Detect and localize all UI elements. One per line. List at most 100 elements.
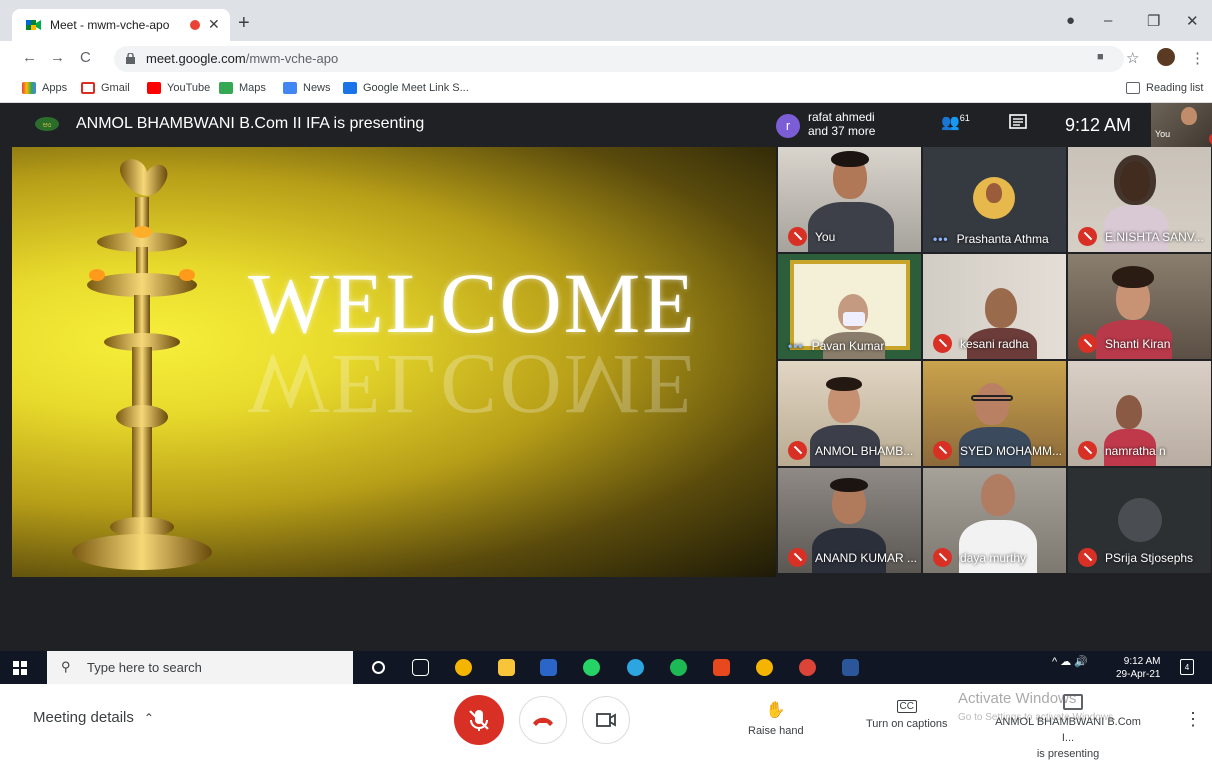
taskbar-search-input[interactable]: ⚲ Type here to search	[47, 651, 353, 684]
file-explorer-icon[interactable]	[498, 659, 515, 676]
task-view-icon[interactable]	[412, 659, 429, 676]
address-bar[interactable]: meet.google.com/mwm-vche-apo	[114, 46, 1124, 72]
mail-icon[interactable]	[540, 659, 557, 676]
camera-toggle-button[interactable]	[582, 696, 630, 744]
minimize-button[interactable]: –	[1104, 12, 1112, 29]
participant-tile[interactable]: ••• Pavan Kumar	[778, 254, 921, 359]
presenting-banner: ANMOL BHAMBWANI B.Com II IFA is presenti…	[76, 115, 425, 132]
participant-tile[interactable]: ANMOL BHAMB...	[778, 361, 921, 466]
participant-tile[interactable]: Shanti Kiran	[1068, 254, 1211, 359]
more-options-icon[interactable]: ⋮	[1184, 709, 1202, 730]
tab-close-icon[interactable]: ✕	[208, 16, 220, 33]
taskbar-clock[interactable]: 9:12 AM 29-Apr-21	[1116, 655, 1160, 681]
participant-tile[interactable]: namratha n	[1068, 361, 1211, 466]
tab-title: Meet - mwm-vche-apo	[50, 18, 170, 32]
meeting-details-button[interactable]: Meeting details ⌃	[33, 709, 154, 726]
browser-tab-bar: Meet - mwm-vche-apo ✕ + ● – ❐ ✕	[0, 0, 1212, 41]
bookmark-star-icon[interactable]: ☆	[1126, 49, 1139, 67]
meet-control-bar: Meeting details ⌃ ✋ Raise hand CC Turn on c…	[0, 680, 1212, 760]
mic-off-icon	[933, 441, 952, 460]
whatsapp-icon[interactable]	[583, 659, 600, 676]
mic-off-icon	[788, 548, 807, 567]
chrome-profile-icon[interactable]	[756, 659, 773, 676]
participant-tile[interactable]: ANAND KUMAR ...	[778, 468, 921, 573]
participant-tile[interactable]: You	[778, 147, 921, 252]
bookmark-gmail[interactable]: Gmail	[81, 82, 130, 94]
lock-icon	[126, 52, 135, 64]
new-tab-button[interactable]: +	[238, 12, 250, 35]
chrome-active-icon[interactable]	[799, 659, 816, 676]
participant-name: ••• Pavan Kumar	[788, 339, 885, 353]
navigation-bar: ← → C meet.google.com/mwm-vche-apo ■ ☆ ⋮	[0, 41, 1212, 76]
mic-off-icon	[933, 548, 952, 567]
windows-taskbar: ⚲ Type here to search ^ ☁ 🔊 9:12 AM 29-Ap…	[0, 651, 1212, 684]
office-icon[interactable]	[713, 659, 730, 676]
participant-name: kesani radha	[933, 334, 1029, 353]
participant-name: E.NISHTA SANV...	[1078, 227, 1204, 246]
participant-name: PSrija Stjosephs	[1078, 548, 1193, 567]
leave-call-button[interactable]	[519, 696, 567, 744]
recording-indicator-icon	[190, 20, 200, 30]
participant-tile[interactable]: SYED MOHAMM...	[923, 361, 1066, 466]
self-view-thumbnail[interactable]: You	[1151, 103, 1212, 147]
self-label: You	[1155, 129, 1171, 139]
browser-tab[interactable]: Meet - mwm-vche-apo ✕	[12, 9, 230, 41]
bookmark-news[interactable]: News	[283, 82, 331, 94]
telegram-icon[interactable]	[627, 659, 644, 676]
bookmark-maps[interactable]: Maps	[219, 82, 266, 94]
mic-off-icon	[788, 441, 807, 460]
participant-tile[interactable]: E.NISHTA SANV...	[1068, 147, 1211, 252]
present-screen-icon[interactable]	[1063, 694, 1083, 710]
reload-icon[interactable]: C	[80, 49, 91, 66]
slide-title-reflection: WELCOME	[248, 337, 697, 433]
profile-menu-icon[interactable]: ●	[1066, 12, 1075, 29]
reading-list-button[interactable]: Reading list	[1126, 82, 1203, 94]
forward-arrow-icon[interactable]: →	[50, 49, 65, 66]
mic-off-icon	[933, 334, 952, 353]
participant-name: ANMOL BHAMB...	[788, 441, 913, 460]
participant-tile[interactable]: kesani radha	[923, 254, 1066, 359]
system-tray[interactable]: ^ ☁ 🔊	[1052, 655, 1088, 668]
presenting-status[interactable]: ANMOL BHAMBWANI B.Com I... is presenting	[988, 714, 1148, 762]
chrome-menu-icon[interactable]: ⋮	[1190, 49, 1205, 67]
reading-list-icon	[1126, 82, 1140, 94]
participants-button[interactable]: 👥61	[941, 113, 970, 131]
chrome-icon[interactable]	[455, 659, 472, 676]
participant-name: You	[788, 227, 835, 246]
gmail-icon	[81, 82, 95, 94]
windows-start-icon[interactable]	[13, 661, 27, 675]
participant-name: ••• Prashanta Athma	[933, 232, 1049, 246]
mic-off-icon	[1078, 227, 1097, 246]
spotify-icon[interactable]	[670, 659, 687, 676]
youtube-icon	[147, 82, 161, 94]
presentation-slide: WELCOME WELCOME	[12, 147, 776, 577]
captions-button[interactable]: CC Turn on captions	[866, 700, 948, 730]
brass-lamp-image	[72, 159, 212, 570]
camera-in-use-icon[interactable]: ■	[1097, 51, 1104, 63]
profile-avatar[interactable]	[1157, 48, 1175, 66]
bookmark-apps[interactable]: Apps	[22, 82, 67, 94]
hand-icon: ✋	[765, 702, 786, 719]
participant-tile[interactable]: daya murthy	[923, 468, 1066, 573]
bookmarks-bar: Apps Gmail YouTube Maps News Google Meet…	[0, 76, 1212, 103]
participant-name: daya murthy	[933, 548, 1026, 567]
restore-button[interactable]: ❐	[1147, 12, 1160, 30]
closed-captions-icon: CC	[896, 700, 917, 713]
bookmark-youtube[interactable]: YouTube	[147, 82, 210, 94]
document-icon	[343, 82, 357, 94]
news-icon	[283, 82, 297, 94]
mic-off-icon	[1078, 334, 1097, 353]
activate-windows-watermark: Activate Windows	[958, 690, 1077, 707]
participant-tile[interactable]: PSrija Stjosephs	[1068, 468, 1211, 573]
microphone-toggle-button[interactable]	[454, 695, 504, 745]
raise-hand-button[interactable]: ✋ Raise hand	[748, 700, 804, 737]
back-arrow-icon[interactable]: ←	[22, 49, 37, 66]
app-icon[interactable]	[842, 659, 859, 676]
participant-tile[interactable]: ••• Prashanta Athma	[923, 147, 1066, 252]
cortana-icon[interactable]	[372, 661, 385, 674]
notifications-icon[interactable]: 4	[1180, 659, 1194, 675]
bookmark-google-meet-link[interactable]: Google Meet Link S...	[343, 82, 469, 94]
chat-icon[interactable]	[1008, 113, 1028, 133]
roster-summary[interactable]: rafat ahmedi and 37 more	[808, 110, 875, 138]
close-window-button[interactable]: ✕	[1186, 12, 1199, 30]
